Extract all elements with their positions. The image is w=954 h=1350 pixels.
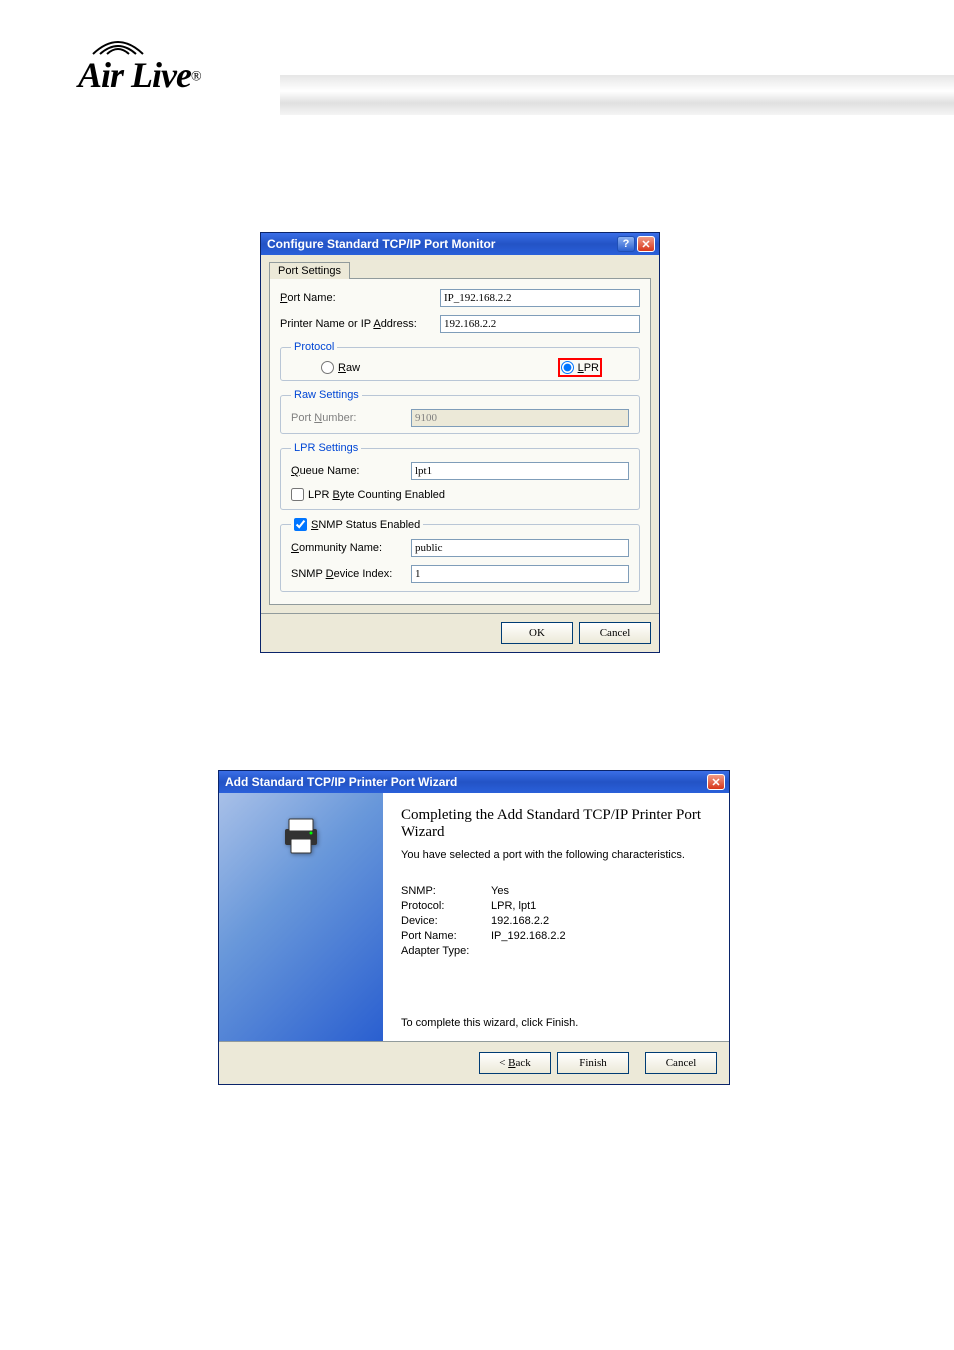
- lpr-settings-legend: LPR Settings: [291, 442, 361, 454]
- wizard-subtitle: You have selected a port with the follow…: [401, 849, 711, 861]
- lpr-radio[interactable]: LPR: [561, 361, 599, 374]
- port-number-label: Port Number:: [291, 412, 411, 424]
- dialog1-titlebar: Configure Standard TCP/IP Port Monitor ?…: [261, 233, 659, 255]
- device-index-input[interactable]: [411, 565, 629, 583]
- summary-snmp: SNMP:Yes: [401, 885, 711, 897]
- dialog2-titlebar: Add Standard TCP/IP Printer Port Wizard …: [219, 771, 729, 793]
- summary-protocol: Protocol:LPR, lpt1: [401, 900, 711, 912]
- help-button[interactable]: ?: [617, 236, 635, 252]
- device-index-label: SNMP Device Index:: [291, 568, 411, 580]
- dialog1-panel: Port Name: Printer Name or IP Address: P…: [269, 278, 651, 605]
- wizard-instruction: To complete this wizard, click Finish.: [401, 1017, 711, 1029]
- cancel-button[interactable]: Cancel: [579, 622, 651, 644]
- wizard-sidebar: [219, 793, 383, 1041]
- finish-button[interactable]: Finish: [557, 1052, 629, 1074]
- logo-reg: ®: [191, 70, 202, 85]
- byte-counting-checkbox[interactable]: LPR Byte Counting Enabled: [291, 488, 629, 501]
- dialog1-title: Configure Standard TCP/IP Port Monitor: [267, 237, 495, 251]
- printer-address-label: Printer Name or IP Address:: [280, 318, 440, 330]
- configure-port-dialog: Configure Standard TCP/IP Port Monitor ?…: [260, 232, 660, 653]
- wizard-main: Completing the Add Standard TCP/IP Print…: [383, 793, 729, 1041]
- snmp-enabled-checkbox[interactable]: SNMP Status Enabled: [294, 518, 420, 531]
- community-name-label: Community Name:: [291, 542, 411, 554]
- port-name-input[interactable]: [440, 289, 640, 307]
- close-button[interactable]: ✕: [637, 236, 655, 252]
- port-name-label: Port Name:: [280, 292, 440, 304]
- add-port-wizard-dialog: Add Standard TCP/IP Printer Port Wizard …: [218, 770, 730, 1085]
- snmp-group: SNMP Status Enabled Community Name: SNMP…: [280, 518, 640, 592]
- summary-device: Device:192.168.2.2: [401, 915, 711, 927]
- community-name-input[interactable]: [411, 539, 629, 557]
- page-header: Air Live®: [0, 0, 954, 130]
- close-button[interactable]: ✕: [707, 774, 725, 790]
- ok-button[interactable]: OK: [501, 622, 573, 644]
- port-settings-tab[interactable]: Port Settings: [269, 262, 350, 279]
- logo-arc-icon: [88, 36, 148, 56]
- header-divider: [280, 75, 954, 115]
- summary-portname: Port Name:IP_192.168.2.2: [401, 930, 711, 942]
- printer-icon: [279, 813, 323, 857]
- printer-address-input[interactable]: [440, 315, 640, 333]
- port-number-input: [411, 409, 629, 427]
- wizard-heading: Completing the Add Standard TCP/IP Print…: [401, 807, 711, 841]
- raw-radio[interactable]: Raw: [321, 361, 360, 374]
- queue-name-label: Queue Name:: [291, 465, 411, 477]
- back-button[interactable]: < Back: [479, 1052, 551, 1074]
- protocol-group: Protocol Raw LPR: [280, 341, 640, 381]
- lpr-settings-group: LPR Settings Queue Name: LPR Byte Counti…: [280, 442, 640, 510]
- queue-name-input[interactable]: [411, 462, 629, 480]
- protocol-legend: Protocol: [291, 341, 337, 353]
- raw-settings-legend: Raw Settings: [291, 389, 362, 401]
- cancel-button[interactable]: Cancel: [645, 1052, 717, 1074]
- airlive-logo: Air Live®: [78, 36, 268, 96]
- logo-text: Air Live: [78, 55, 191, 95]
- dialog2-title: Add Standard TCP/IP Printer Port Wizard: [225, 775, 457, 789]
- snmp-legend: SNMP Status Enabled: [291, 518, 423, 531]
- raw-settings-group: Raw Settings Port Number:: [280, 389, 640, 434]
- summary-adapter: Adapter Type:: [401, 945, 711, 957]
